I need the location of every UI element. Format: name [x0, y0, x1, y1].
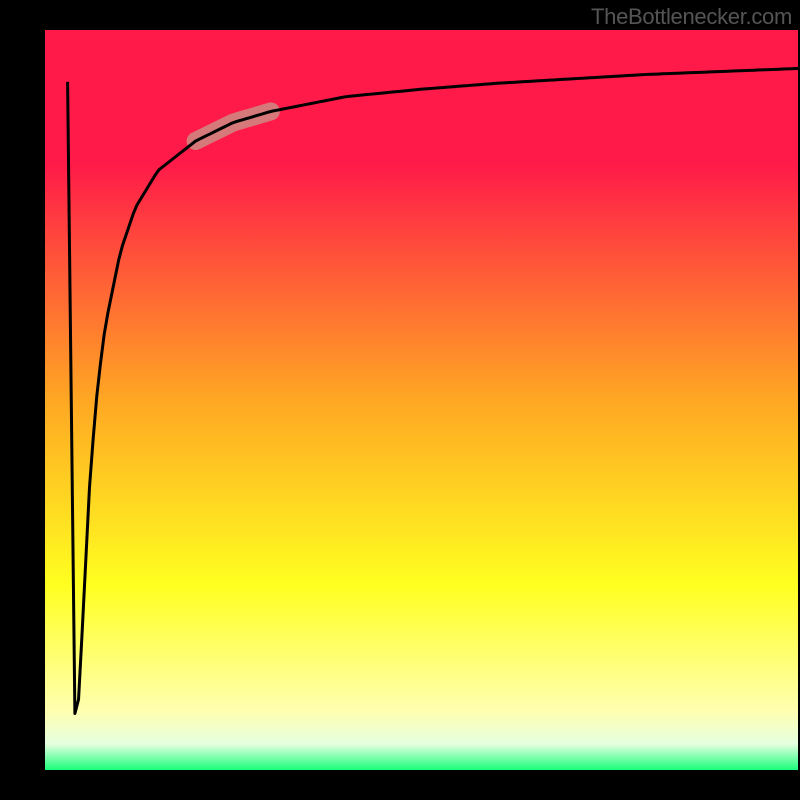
- bottleneck-chart: TheBottlenecker.com: [0, 0, 800, 800]
- watermark-text: TheBottlenecker.com: [591, 4, 792, 30]
- plot-background: [45, 30, 798, 770]
- chart-canvas: [0, 0, 800, 800]
